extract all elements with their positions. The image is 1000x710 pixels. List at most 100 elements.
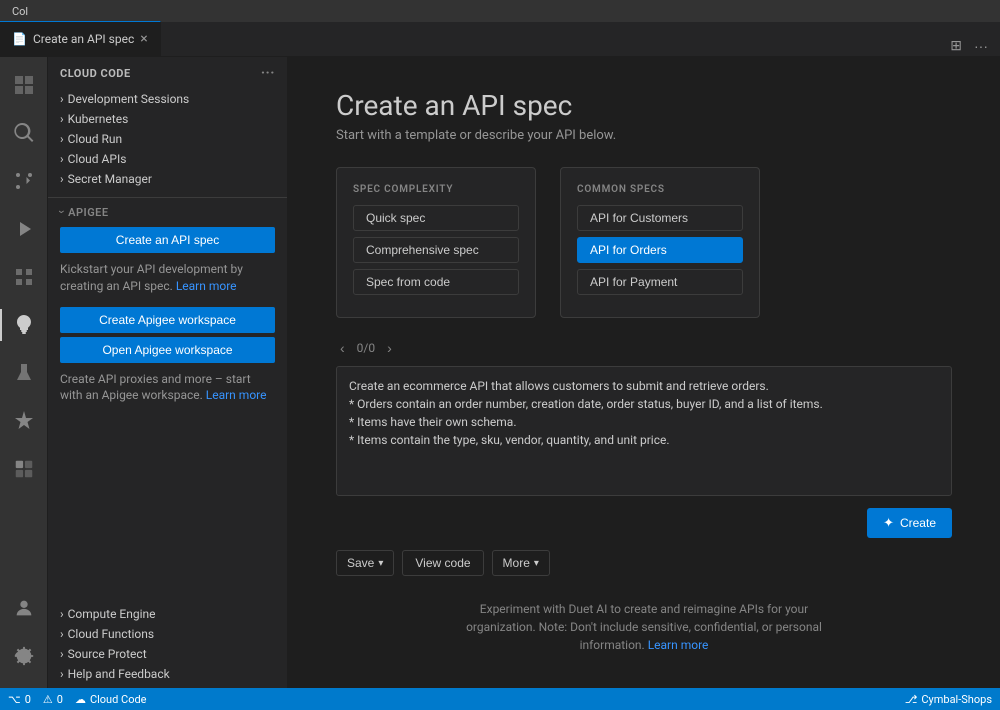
save-btn[interactable]: Save ▾ — [336, 550, 394, 576]
activity-account[interactable] — [0, 584, 48, 632]
activity-search[interactable] — [0, 109, 48, 157]
sidebar-item-development-sessions[interactable]: Development Sessions — [48, 89, 287, 109]
spec-btn-payment[interactable]: API for Payment — [577, 269, 743, 295]
nav-prev-btn[interactable]: ‹ — [336, 338, 349, 358]
status-cloud-code-btn[interactable]: ☁ Cloud Code — [75, 693, 147, 706]
activity-explorer[interactable] — [0, 61, 48, 109]
sidebar-item-compute-engine[interactable]: Compute Engine — [48, 604, 287, 624]
activity-flask[interactable] — [0, 349, 48, 397]
more-btn[interactable]: More ▾ — [492, 550, 550, 576]
cloud-code-icon: ☁ — [75, 693, 86, 706]
chevron-cloud-apis — [60, 152, 64, 166]
sidebar-item-source-protect[interactable]: Source Protect — [48, 644, 287, 664]
chevron-cloud-run — [60, 132, 64, 146]
sidebar-header-more[interactable]: ··· — [261, 65, 275, 81]
activity-cloud-code[interactable] — [0, 301, 48, 349]
tab-create-api-spec[interactable]: 📄 Create an API spec × — [0, 21, 161, 56]
apigee-learn-more-link[interactable]: Learn more — [206, 388, 267, 402]
sidebar-section-main: Development Sessions Kubernetes Cloud Ru… — [48, 89, 287, 189]
kickstart-description: Kickstart your API development by creati… — [48, 257, 287, 303]
tab-close-btn[interactable]: × — [140, 32, 147, 46]
sidebar-item-kubernetes[interactable]: Kubernetes — [48, 109, 287, 129]
status-left: ⌥ 0 ⚠ 0 ☁ Cloud Code — [8, 693, 147, 706]
sidebar-label-help-feedback: Help and Feedback — [68, 667, 170, 681]
save-label: Save — [347, 556, 374, 570]
activity-source-control[interactable] — [0, 157, 48, 205]
sidebar-label-secret-manager: Secret Manager — [68, 172, 152, 186]
spec-btn-quick[interactable]: Quick spec — [353, 205, 519, 231]
tab-bar: 📄 Create an API spec × ⊞ ··· — [0, 22, 1000, 57]
spec-btn-comprehensive[interactable]: Comprehensive spec — [353, 237, 519, 263]
spec-btn-customers[interactable]: API for Customers — [577, 205, 743, 231]
more-label: More — [503, 556, 530, 570]
kickstart-learn-more-link[interactable]: Learn more — [176, 279, 237, 293]
chevron-development-sessions — [60, 92, 64, 106]
warning-icon: ⚠ — [43, 693, 53, 706]
activity-settings[interactable] — [0, 632, 48, 680]
create-btn-row: ✦ Create — [336, 508, 952, 538]
chevron-cloud-functions — [60, 627, 64, 641]
sidebar-item-help-feedback[interactable]: Help and Feedback — [48, 664, 287, 684]
open-apigee-workspace-btn[interactable]: Open Apigee workspace — [60, 337, 275, 363]
page-title: Create an API spec — [336, 89, 952, 122]
footer-learn-more-link[interactable]: Learn more — [648, 638, 709, 652]
sidebar-item-cloud-apis[interactable]: Cloud APIs — [48, 149, 287, 169]
activity-run-debug[interactable] — [0, 205, 48, 253]
sidebar-label-kubernetes: Kubernetes — [68, 112, 129, 126]
chevron-kubernetes — [60, 112, 64, 126]
status-warnings-btn[interactable]: ⚠ 0 — [43, 693, 63, 706]
top-bar: Col — [0, 0, 1000, 22]
apigee-section: Apigee Create an API spec Kickstart your… — [48, 197, 287, 412]
sidebar-label-source-protect: Source Protect — [68, 647, 147, 661]
nav-next-btn[interactable]: › — [383, 338, 396, 358]
activity-extensions[interactable] — [0, 253, 48, 301]
tab-bar-actions: ⊞ ··· — [938, 35, 1000, 56]
activity-spark[interactable] — [0, 397, 48, 445]
common-specs-card: Common Specs API for Customers API for O… — [560, 167, 760, 318]
footer-note: Experiment with Duet AI to create and re… — [444, 600, 844, 654]
sidebar-item-cloud-functions[interactable]: Cloud Functions — [48, 624, 287, 644]
status-remote-btn[interactable]: ⌥ 0 — [8, 693, 31, 706]
spec-btn-from-code[interactable]: Spec from code — [353, 269, 519, 295]
sidebar-label-cloud-apis: Cloud APIs — [68, 152, 127, 166]
sidebar-spacer — [48, 412, 287, 604]
remote-count: 0 — [25, 693, 31, 706]
spec-btn-orders[interactable]: API for Orders — [577, 237, 743, 263]
activity-extra[interactable] — [0, 445, 48, 493]
nav-counter: 0/0 — [357, 341, 375, 355]
view-code-btn[interactable]: View code — [402, 550, 483, 576]
sidebar-item-secret-manager[interactable]: Secret Manager — [48, 169, 287, 189]
cloud-code-label: Cloud Code — [90, 693, 147, 706]
create-api-spec-btn[interactable]: Create an API spec — [60, 227, 275, 253]
split-editor-btn[interactable]: ⊞ — [946, 35, 966, 56]
spec-complexity-title: Spec Complexity — [353, 184, 519, 195]
status-branch-btn[interactable]: ⎇ Cymbal-Shops — [905, 693, 992, 706]
sidebar-title: Cloud Code — [60, 67, 131, 80]
action-row: Save ▾ View code More ▾ — [336, 550, 952, 576]
sidebar-item-cloud-run[interactable]: Cloud Run — [48, 129, 287, 149]
sidebar-label-cloud-functions: Cloud Functions — [68, 627, 154, 641]
apigee-caret — [60, 205, 64, 219]
spec-complexity-card: Spec Complexity Quick spec Comprehensive… — [336, 167, 536, 318]
activity-bar — [0, 57, 48, 688]
spec-section: Spec Complexity Quick spec Comprehensive… — [336, 167, 952, 318]
chevron-source-protect — [60, 647, 64, 661]
tab-file-icon: 📄 — [12, 32, 27, 46]
footer-note-text: Experiment with Duet AI to create and re… — [466, 602, 822, 652]
create-apigee-workspace-btn[interactable]: Create Apigee workspace — [60, 307, 275, 333]
apigee-section-header[interactable]: Apigee — [48, 202, 287, 221]
common-specs-title: Common Specs — [577, 184, 743, 195]
sidebar: Cloud Code ··· Development Sessions Kube… — [48, 57, 288, 688]
api-description-textarea[interactable]: Create an ecommerce API that allows cust… — [336, 366, 952, 496]
branch-name: Cymbal-Shops — [921, 693, 992, 706]
activity-bottom-group — [0, 584, 48, 688]
create-api-btn[interactable]: ✦ Create — [867, 508, 952, 538]
warning-count: 0 — [57, 693, 63, 706]
apigee-description: Create API proxies and more – start with… — [48, 367, 287, 413]
chevron-compute-engine — [60, 607, 64, 621]
branch-icon: ⎇ — [905, 693, 918, 706]
save-dropdown-arrow: ▾ — [378, 558, 383, 569]
tab-more-btn[interactable]: ··· — [970, 36, 992, 56]
apigee-label-text: Apigee — [68, 206, 108, 219]
more-dropdown-arrow: ▾ — [534, 558, 539, 569]
